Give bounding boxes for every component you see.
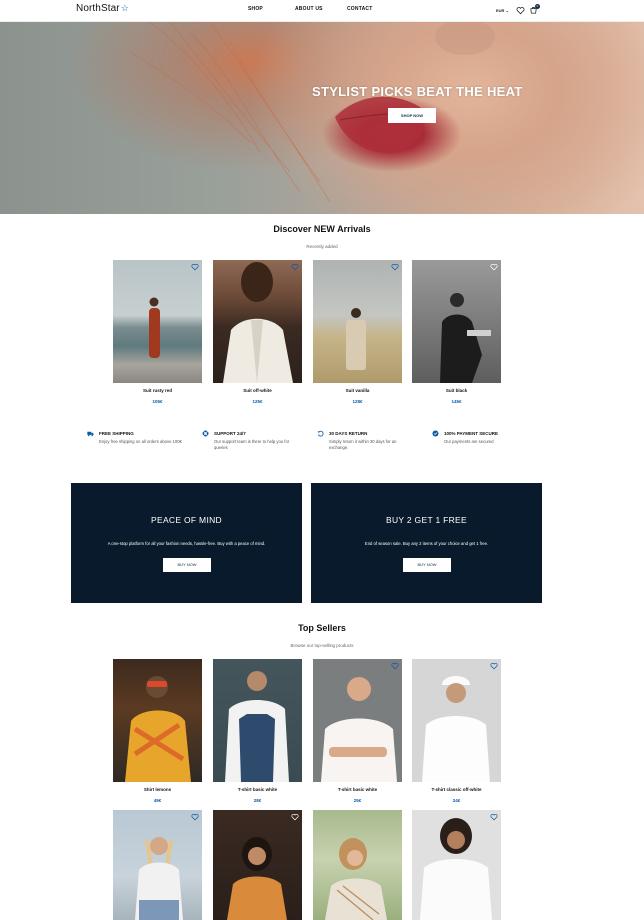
buy-now-button[interactable]: BUY NOW (163, 558, 211, 572)
product-name[interactable]: Suit off-white (213, 388, 302, 393)
product-image[interactable] (113, 659, 202, 782)
heart-icon[interactable] (490, 813, 498, 821)
currency-select[interactable]: EUR ⌄ (496, 8, 509, 13)
feature-title: 30 DAYS RETURN (329, 431, 368, 436)
product-image[interactable] (213, 810, 302, 920)
product-image[interactable] (313, 659, 402, 782)
truck-icon (87, 431, 94, 437)
logo[interactable]: NorthStar☆ (76, 3, 129, 14)
product-name[interactable]: Suit vanilla (313, 388, 402, 393)
hero-banner: STYLIST PICKS BEAT THE HEAT SHOP NOW (0, 22, 644, 214)
feature-description: Simply return it within 30 days for an e… (329, 439, 397, 450)
product-price: 24€ (452, 798, 461, 803)
feature-description: Our payments are secured (444, 439, 494, 444)
nav-about-us[interactable]: ABOUT US (295, 6, 323, 12)
promo-description: End of season sale. Buy any 2 items of y… (364, 541, 489, 546)
product-image[interactable] (213, 659, 302, 782)
buy-now-button[interactable]: BUY NOW (403, 558, 451, 572)
secure-payment-icon (432, 430, 439, 437)
feature-title: SUPPORT 24/7 (214, 431, 246, 436)
hero-image (129, 22, 495, 203)
top-sellers-title: Top Sellers (298, 623, 346, 633)
cart-count-badge: 0 (535, 4, 540, 9)
chevron-down-icon: ⌄ (505, 8, 509, 13)
product-image[interactable] (113, 260, 202, 383)
feature-description: Enjoy free shipping on all orders above … (99, 439, 182, 444)
product-price: 128€ (352, 399, 363, 404)
return-icon (317, 430, 324, 437)
promo-buy-2-get-1: BUY 2 GET 1 FREE End of season sale. Buy… (311, 483, 542, 603)
product-price: 49€ (153, 798, 162, 803)
nav-shop[interactable]: SHOP (248, 6, 263, 12)
heart-icon[interactable] (391, 263, 399, 271)
hero-title: STYLIST PICKS BEAT THE HEAT (312, 84, 523, 99)
new-arrivals-title: Discover NEW Arrivals (273, 224, 371, 234)
site-header: NorthStar☆ SHOP ABOUT US CONTACT EUR ⌄ 0 (0, 0, 644, 22)
heart-icon[interactable] (391, 662, 399, 670)
feature-title: 100% PAYMENT SECURE (444, 431, 499, 436)
feature-description: Our support team is there to help you fo… (214, 439, 290, 450)
heart-icon[interactable] (191, 813, 199, 821)
product-image[interactable] (313, 260, 402, 383)
currency-value: EUR (496, 8, 505, 13)
product-price: 105€ (152, 399, 163, 404)
product-price: 25€ (353, 798, 362, 803)
product-name[interactable]: T-shirt classic off-white (412, 787, 501, 792)
feature-title: FREE SHIPPING (99, 431, 134, 436)
product-price: 145€ (451, 399, 462, 404)
product-image[interactable] (113, 810, 202, 920)
star-icon: ☆ (120, 3, 129, 13)
top-sellers-subtitle: Browse our top-selling products (290, 643, 354, 648)
promo-description: A one-stop platform for all your fashion… (107, 541, 266, 546)
new-arrivals-subtitle: Recently added (306, 244, 338, 249)
promo-title: PEACE OF MIND (151, 515, 222, 525)
promo-peace-of-mind: PEACE OF MIND A one-stop platform for al… (71, 483, 302, 603)
promo-title: BUY 2 GET 1 FREE (385, 515, 467, 525)
product-name[interactable]: T-shirt basic white (313, 787, 402, 792)
heart-icon[interactable] (490, 263, 498, 271)
product-image[interactable] (412, 659, 501, 782)
lifebuoy-icon (202, 430, 209, 437)
product-name[interactable]: Shirt lemons (113, 787, 202, 792)
product-name[interactable]: T-shirt basic white (213, 787, 302, 792)
product-image[interactable] (412, 260, 501, 383)
shop-now-button[interactable]: SHOP NOW (388, 108, 436, 123)
heart-icon[interactable] (291, 263, 299, 271)
product-image[interactable] (213, 260, 302, 383)
logo-text: NorthStar (76, 3, 120, 14)
heart-icon[interactable] (516, 6, 525, 15)
product-price: 28€ (253, 798, 262, 803)
heart-icon[interactable] (191, 263, 199, 271)
product-image[interactable] (313, 810, 402, 920)
nav-contact[interactable]: CONTACT (347, 6, 372, 12)
heart-icon[interactable] (490, 662, 498, 670)
heart-icon[interactable] (291, 813, 299, 821)
product-price: 125€ (252, 399, 263, 404)
product-name[interactable]: Suit rusty red (113, 388, 202, 393)
product-image[interactable] (412, 810, 501, 920)
product-name[interactable]: Suit black (412, 388, 501, 393)
